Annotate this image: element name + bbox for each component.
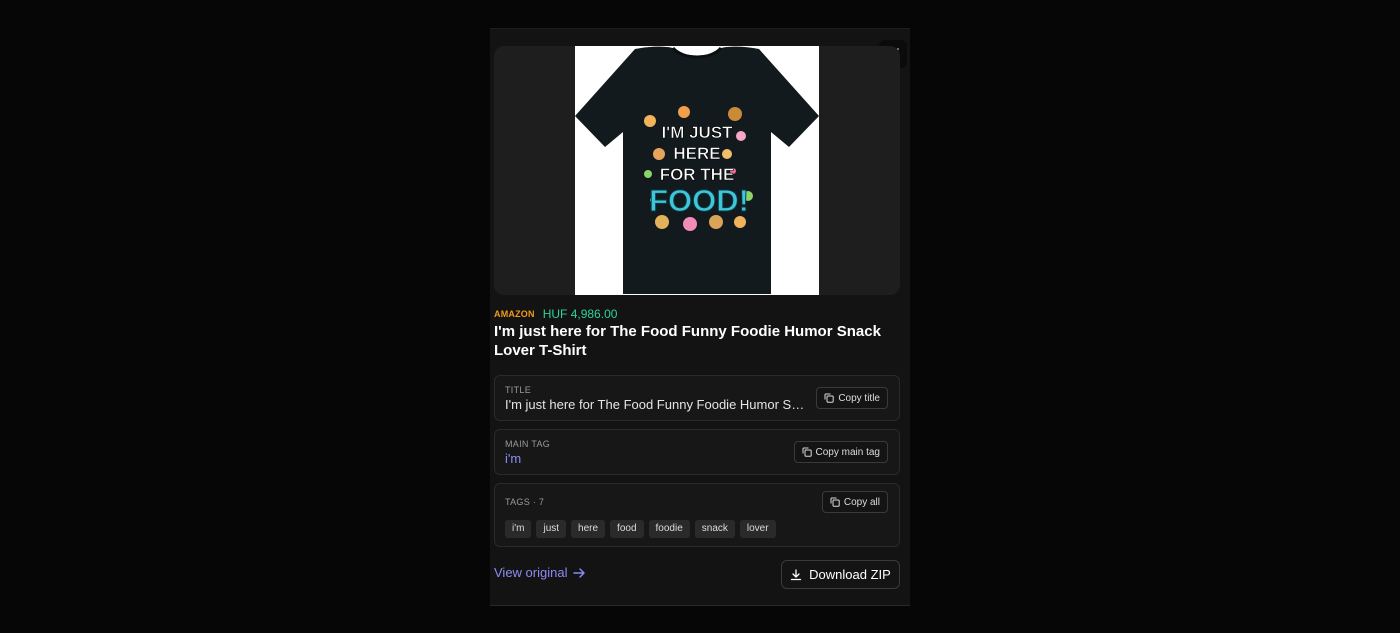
title-value: I'm just here for The Food Funny Foodie …	[505, 397, 810, 412]
product-image-container: I'M JUST HERE FOR THE FOOD!	[494, 46, 900, 295]
tag-chip[interactable]: lover	[739, 520, 776, 538]
copy-icon	[824, 393, 835, 403]
shirt-text-line-3: FOR THE	[660, 165, 735, 184]
shirt-text-line-2: HERE	[673, 144, 720, 163]
shirt-text-line-4: FOOD!	[649, 183, 749, 218]
title-panel: TITLE I'm just here for The Food Funny F…	[494, 375, 900, 421]
copy-main-tag-button[interactable]: Copy main tag	[793, 441, 888, 463]
tag-chip[interactable]: foodie	[648, 520, 690, 538]
shirt-text-line-1: I'M JUST	[661, 123, 733, 142]
download-icon	[791, 568, 802, 580]
tag-chip[interactable]: just	[536, 520, 567, 538]
main-tag-label: MAIN TAG	[505, 439, 551, 449]
product-title: I'm just here for The Food Funny Foodie …	[494, 323, 881, 359]
tag-list: i'm just here food foodie snack lover	[505, 520, 776, 538]
tag-chip[interactable]: food	[610, 520, 644, 538]
copy-icon	[830, 497, 840, 507]
product-meta: AMAZON HUF 4,986.00	[494, 307, 617, 321]
store-badge: AMAZON	[494, 309, 535, 319]
copy-all-label: Copy all	[843, 496, 880, 508]
arrow-right-icon	[573, 567, 586, 578]
main-tag-value: i'm	[505, 451, 522, 466]
tags-label: TAGS · 7	[505, 497, 545, 507]
tag-chip[interactable]: here	[571, 520, 606, 538]
download-zip-button[interactable]: Download ZIP	[781, 560, 900, 589]
price: HUF 4,986.00	[542, 307, 618, 321]
copy-icon	[802, 447, 812, 457]
download-label: Download ZIP	[809, 567, 891, 582]
view-original-label: View original	[494, 565, 568, 580]
copy-title-label: Copy title	[838, 392, 880, 404]
tags-panel: TAGS · 7 Copy all i'm just here food foo…	[494, 483, 900, 547]
tag-chip[interactable]: i'm	[505, 520, 532, 538]
tag-chip[interactable]: snack	[694, 520, 735, 538]
copy-title-button[interactable]: Copy title	[816, 387, 888, 409]
copy-all-tags-button[interactable]: Copy all	[821, 491, 888, 513]
product-image[interactable]: I'M JUST HERE FOR THE FOOD!	[575, 46, 819, 295]
product-modal: I'M JUST HERE FOR THE FOOD! AMAZON HUF 4…	[490, 28, 910, 606]
main-tag-panel: MAIN TAG i'm Copy main tag	[494, 429, 900, 475]
view-original-link[interactable]: View original	[494, 565, 586, 580]
copy-main-tag-label: Copy main tag	[815, 446, 880, 458]
title-label: TITLE	[505, 385, 532, 395]
